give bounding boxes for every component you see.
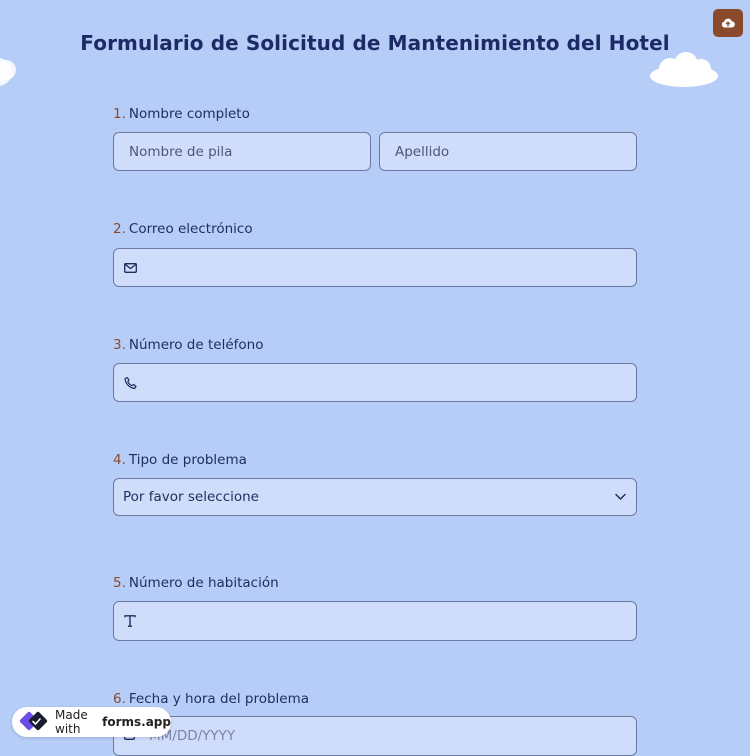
badge-brand: forms.app	[102, 715, 171, 729]
date-time-input[interactable]: MM/DD/YYYY	[113, 716, 637, 756]
question-label-issue-type: 4. Tipo de problema	[113, 452, 247, 468]
question-text: Fecha y hora del problema	[128, 691, 310, 707]
question-number: 3.	[113, 337, 126, 353]
question-label-email: 2. Correo electrónico	[113, 221, 253, 237]
issue-type-selected-value: Por favor seleccione	[123, 489, 259, 505]
question-number: 4.	[113, 452, 126, 468]
first-name-input[interactable]: Nombre de pila	[113, 132, 371, 171]
question-label-full-name: 1. Nombre completo	[113, 106, 250, 122]
question-text: Tipo de problema	[128, 452, 247, 468]
badge-prefix: Made with	[55, 708, 88, 736]
cloud-right-decoration	[650, 52, 718, 87]
last-name-placeholder: Apellido	[395, 143, 450, 160]
room-number-input[interactable]	[113, 601, 637, 641]
forms-app-logo-icon	[19, 710, 49, 734]
question-number: 1.	[113, 106, 126, 122]
email-input[interactable]	[113, 248, 637, 287]
question-number: 6.	[113, 691, 126, 707]
phone-icon	[124, 376, 137, 389]
question-number: 2.	[113, 221, 126, 237]
issue-type-select[interactable]: Por favor seleccione	[113, 478, 637, 516]
cloud-left-decoration	[0, 58, 16, 86]
question-text: Nombre completo	[128, 106, 250, 122]
first-name-placeholder: Nombre de pila	[129, 143, 233, 160]
made-with-forms-app-badge[interactable]: Made with forms.app	[12, 707, 171, 737]
question-label-phone: 3. Número de teléfono	[113, 337, 263, 353]
cloud-upload-icon	[721, 18, 735, 28]
last-name-input[interactable]: Apellido	[379, 132, 637, 171]
question-text: Correo electrónico	[128, 221, 253, 237]
text-t-icon	[124, 615, 136, 627]
question-label-date-time: 6. Fecha y hora del problema	[113, 691, 309, 707]
question-text: Número de habitación	[128, 575, 279, 591]
phone-input[interactable]	[113, 363, 637, 402]
question-text: Número de teléfono	[128, 337, 264, 353]
envelope-icon	[124, 262, 137, 273]
page-title: Formulario de Solicitud de Mantenimiento…	[80, 31, 670, 55]
question-label-room-number: 5. Número de habitación	[113, 575, 279, 591]
chevron-down-icon	[615, 493, 626, 501]
question-number: 5.	[113, 575, 126, 591]
